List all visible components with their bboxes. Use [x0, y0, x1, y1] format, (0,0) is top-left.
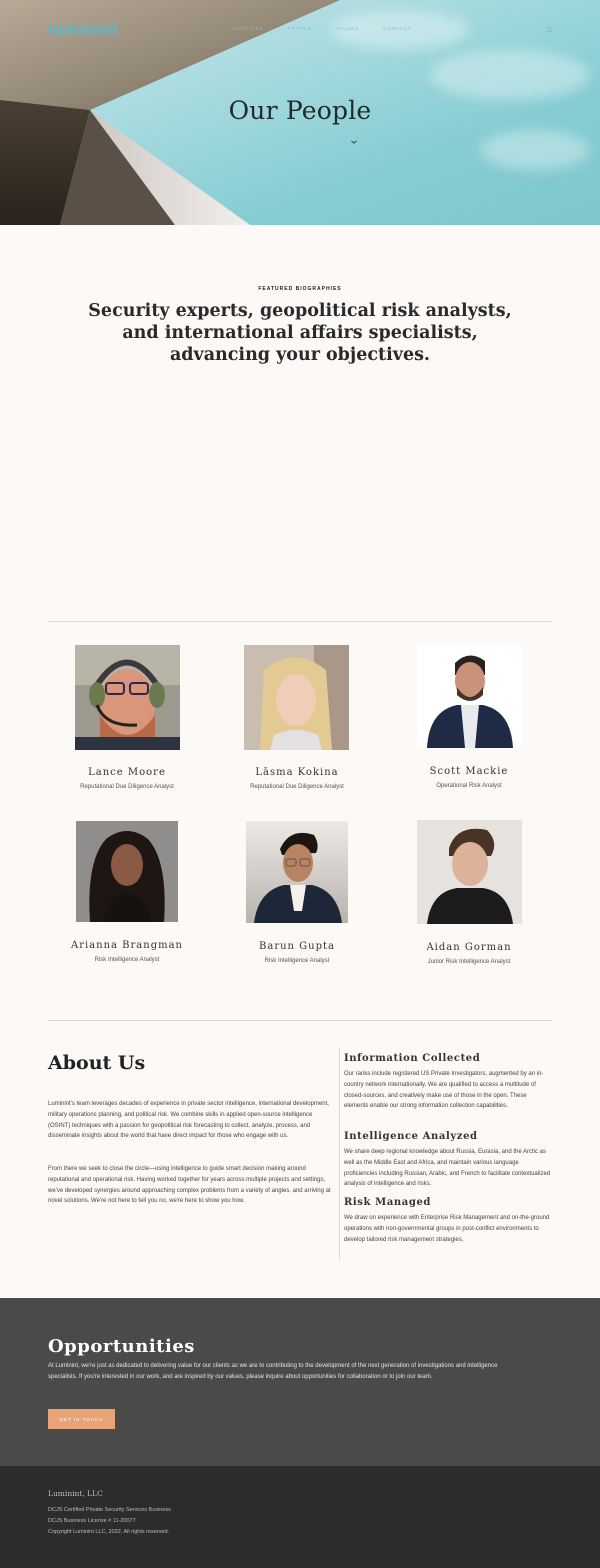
team-photo[interactable]	[76, 821, 178, 922]
about-title: About Us	[48, 1052, 146, 1074]
info-text: Our ranks include registered US Private …	[344, 1071, 544, 1110]
team-member-role: Risk Intelligence Analyst	[264, 958, 330, 964]
divider	[48, 1020, 552, 1021]
about-paragraph: From there we seek to close the circle—u…	[48, 1166, 331, 1205]
info-heading: Intelligence Analyzed	[344, 1131, 478, 1142]
info-text: We share deep regional knowledge about R…	[344, 1149, 551, 1188]
about-paragraph: Luminint's team leverages decades of exp…	[48, 1101, 329, 1140]
team-photo[interactable]	[75, 645, 180, 750]
team-photo[interactable]	[244, 645, 349, 750]
team-member-name: Barun Gupta	[259, 941, 335, 952]
nav-values[interactable]: Values	[336, 26, 359, 31]
brand-logo[interactable]: luminint	[48, 20, 118, 40]
team-member-name: Arianna Brangman	[70, 940, 183, 951]
get-in-touch-button[interactable]: Get in touch	[48, 1409, 115, 1429]
team-photo[interactable]	[417, 820, 522, 924]
hero-banner: luminint Services People Values Contact …	[0, 0, 600, 225]
team-photo[interactable]	[246, 821, 348, 923]
info-text: We draw on experience with Enterprise Ri…	[344, 1215, 550, 1243]
nav-people[interactable]: People	[288, 26, 312, 31]
chevron-down-icon[interactable]	[351, 140, 357, 144]
page-title: Our People	[228, 96, 372, 125]
footer-copyright: Copyright Luminint LLC, 2022. All rights…	[48, 1529, 170, 1535]
team-member-name: Lance Moore	[88, 767, 166, 778]
team-member-name: Aidan Gorman	[426, 942, 512, 953]
opportunities-title: Opportunities	[48, 1336, 195, 1357]
team-member-role: Operational Risk Analyst	[436, 783, 502, 789]
team-member-role: Junior Risk Intelligence Analyst	[427, 959, 511, 965]
search-icon[interactable]	[545, 26, 553, 34]
intro-heading: Security experts, geopolitical risk anal…	[88, 301, 512, 365]
nav-contact[interactable]: Contact	[383, 26, 411, 31]
team-member-name: Scott Mackie	[429, 766, 509, 777]
section-eyebrow: FEATURED BIOGRAPHIES	[258, 286, 342, 292]
opportunities-text: At Luminint, we're just as dedicated to …	[48, 1363, 498, 1380]
team-member-role: Risk Intelligence Analyst	[94, 957, 160, 963]
footer-line: DCJS Business License # 11-20077	[48, 1518, 136, 1524]
team-member-name: Lāsma Kokina	[255, 767, 339, 778]
info-heading: Risk Managed	[344, 1197, 431, 1208]
team-photo[interactable]	[417, 645, 522, 748]
footer	[0, 1466, 600, 1568]
divider	[48, 621, 552, 622]
footer-brand: Luminint, LLC	[48, 1489, 103, 1498]
main-nav: Services People Values Contact	[233, 26, 412, 31]
nav-services[interactable]: Services	[233, 26, 264, 31]
footer-line: DCJS Certified Private Security Services…	[48, 1507, 171, 1513]
team-member-role: Reputational Due Diligence Analyst	[80, 784, 174, 790]
team-member-role: Reputational Due Diligence Analyst	[250, 784, 344, 790]
column-divider	[339, 1048, 340, 1260]
info-heading: Information Collected	[344, 1053, 481, 1064]
